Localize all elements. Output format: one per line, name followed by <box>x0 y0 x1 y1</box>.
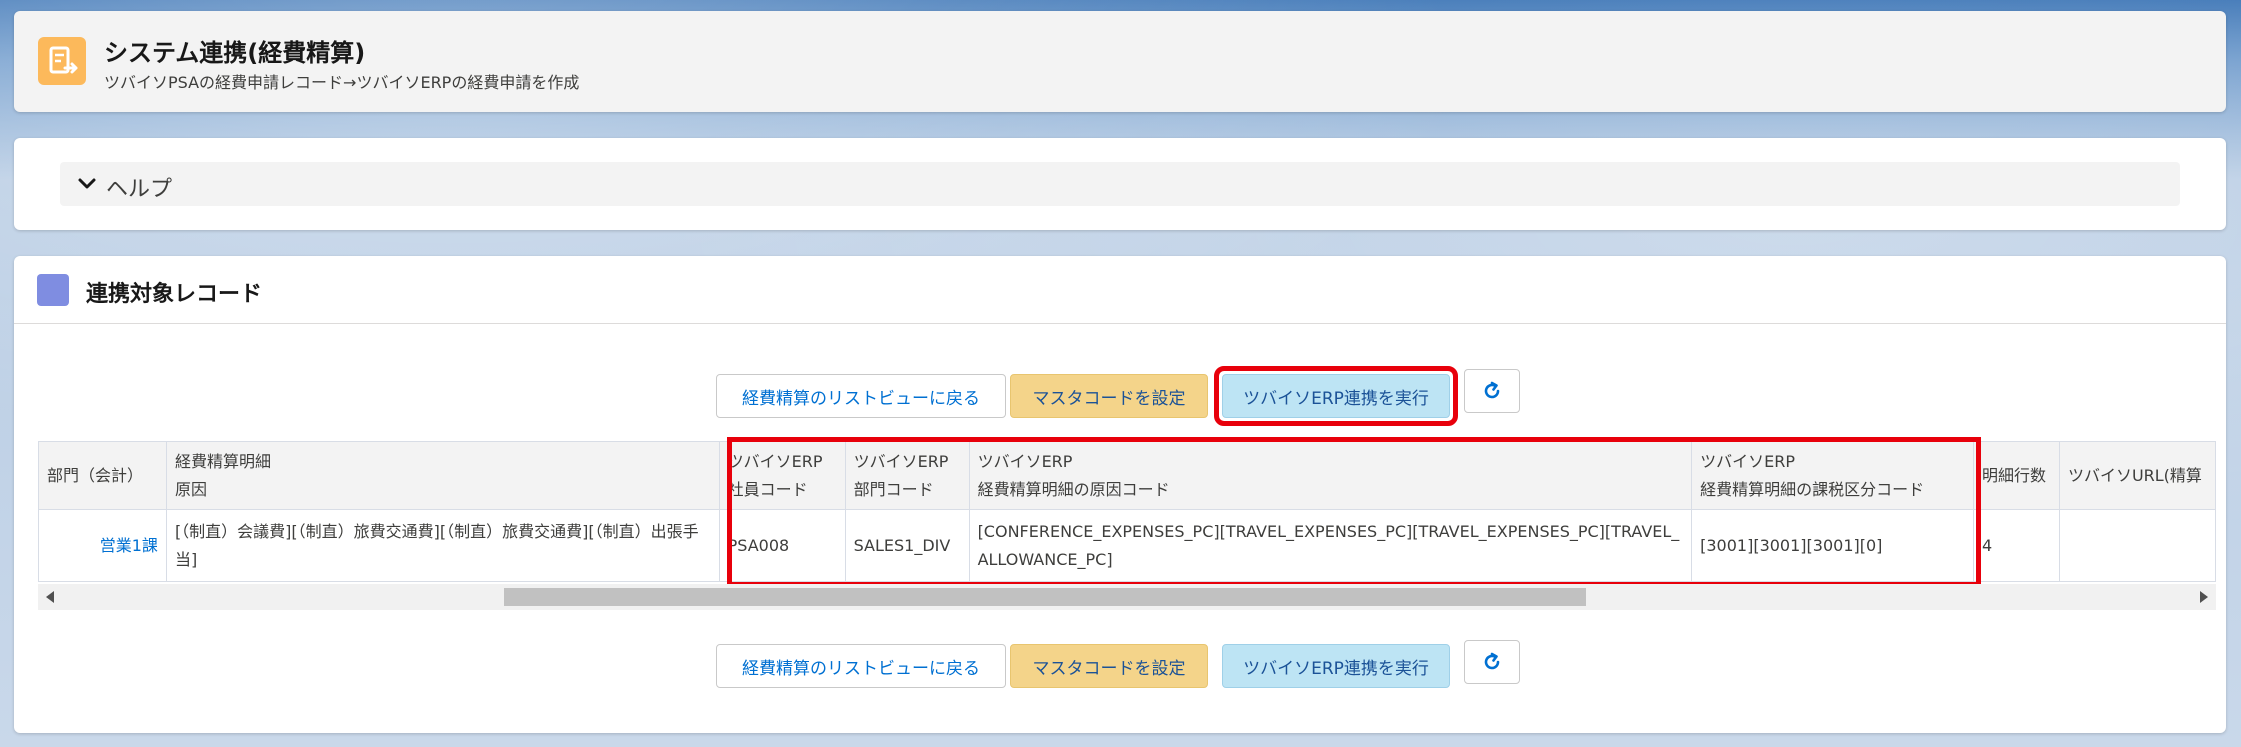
expense-upload-icon <box>38 37 86 85</box>
page-header: システム連携(経費精算) ツバイソPSAの経費申請レコード→ツバイソERPの経費… <box>14 11 2226 112</box>
scrollbar-thumb[interactable] <box>504 588 1586 606</box>
help-section: ヘルプ <box>14 138 2226 230</box>
col-header-dept[interactable]: 部門（会計） <box>38 441 167 510</box>
page-title: システム連携(経費精算) <box>104 39 366 67</box>
help-toggle[interactable]: ヘルプ <box>60 162 2180 206</box>
section-title: 連携対象レコード <box>86 282 263 307</box>
refresh-icon <box>1484 381 1500 399</box>
execute-erp-sync-button-bottom[interactable]: ツバイソERP連携を実行 <box>1222 644 1450 688</box>
cell-line-count: 4 <box>1972 509 2060 582</box>
horizontal-scrollbar[interactable] <box>38 584 2216 610</box>
col-header-detail[interactable]: 経費精算明細 原因 <box>165 441 720 510</box>
back-to-listview-button[interactable]: 経費精算のリストビューに戻る <box>716 374 1006 418</box>
cell-url[interactable] <box>2058 509 2216 582</box>
back-to-listview-button-bottom[interactable]: 経費精算のリストビューに戻る <box>716 644 1006 688</box>
help-label: ヘルプ <box>106 177 173 202</box>
cell-detail: [（制直）会議費][（制直）旅費交通費][（制直）旅費交通費][（制直）出張手当… <box>165 509 720 582</box>
scroll-left-arrow-icon[interactable] <box>46 591 54 603</box>
set-master-code-button[interactable]: マスタコードを設定 <box>1010 374 1208 418</box>
highlight-box-exec <box>1214 366 1458 426</box>
col-header-line-count[interactable]: 明細行数 <box>1972 441 2060 510</box>
divider <box>14 323 2226 324</box>
refresh-button[interactable] <box>1464 369 1520 413</box>
chevron-down-icon <box>78 178 96 189</box>
col-header-url[interactable]: ツバイソURL(精算 <box>2058 441 2216 510</box>
records-section: 連携対象レコード 経費精算のリストビューに戻る マスタコードを設定 ツバイソER… <box>14 256 2226 733</box>
scroll-right-arrow-icon[interactable] <box>2200 591 2208 603</box>
set-master-code-button-bottom[interactable]: マスタコードを設定 <box>1010 644 1208 688</box>
refresh-button-bottom[interactable] <box>1464 640 1520 684</box>
cell-dept-link[interactable]: 営業1課 <box>38 509 167 582</box>
page-subtitle: ツバイソPSAの経費申請レコード→ツバイソERPの経費申請を作成 <box>104 73 580 92</box>
refresh-icon <box>1484 652 1500 670</box>
highlight-box-erp-columns <box>727 437 1981 587</box>
record-icon <box>37 274 69 306</box>
